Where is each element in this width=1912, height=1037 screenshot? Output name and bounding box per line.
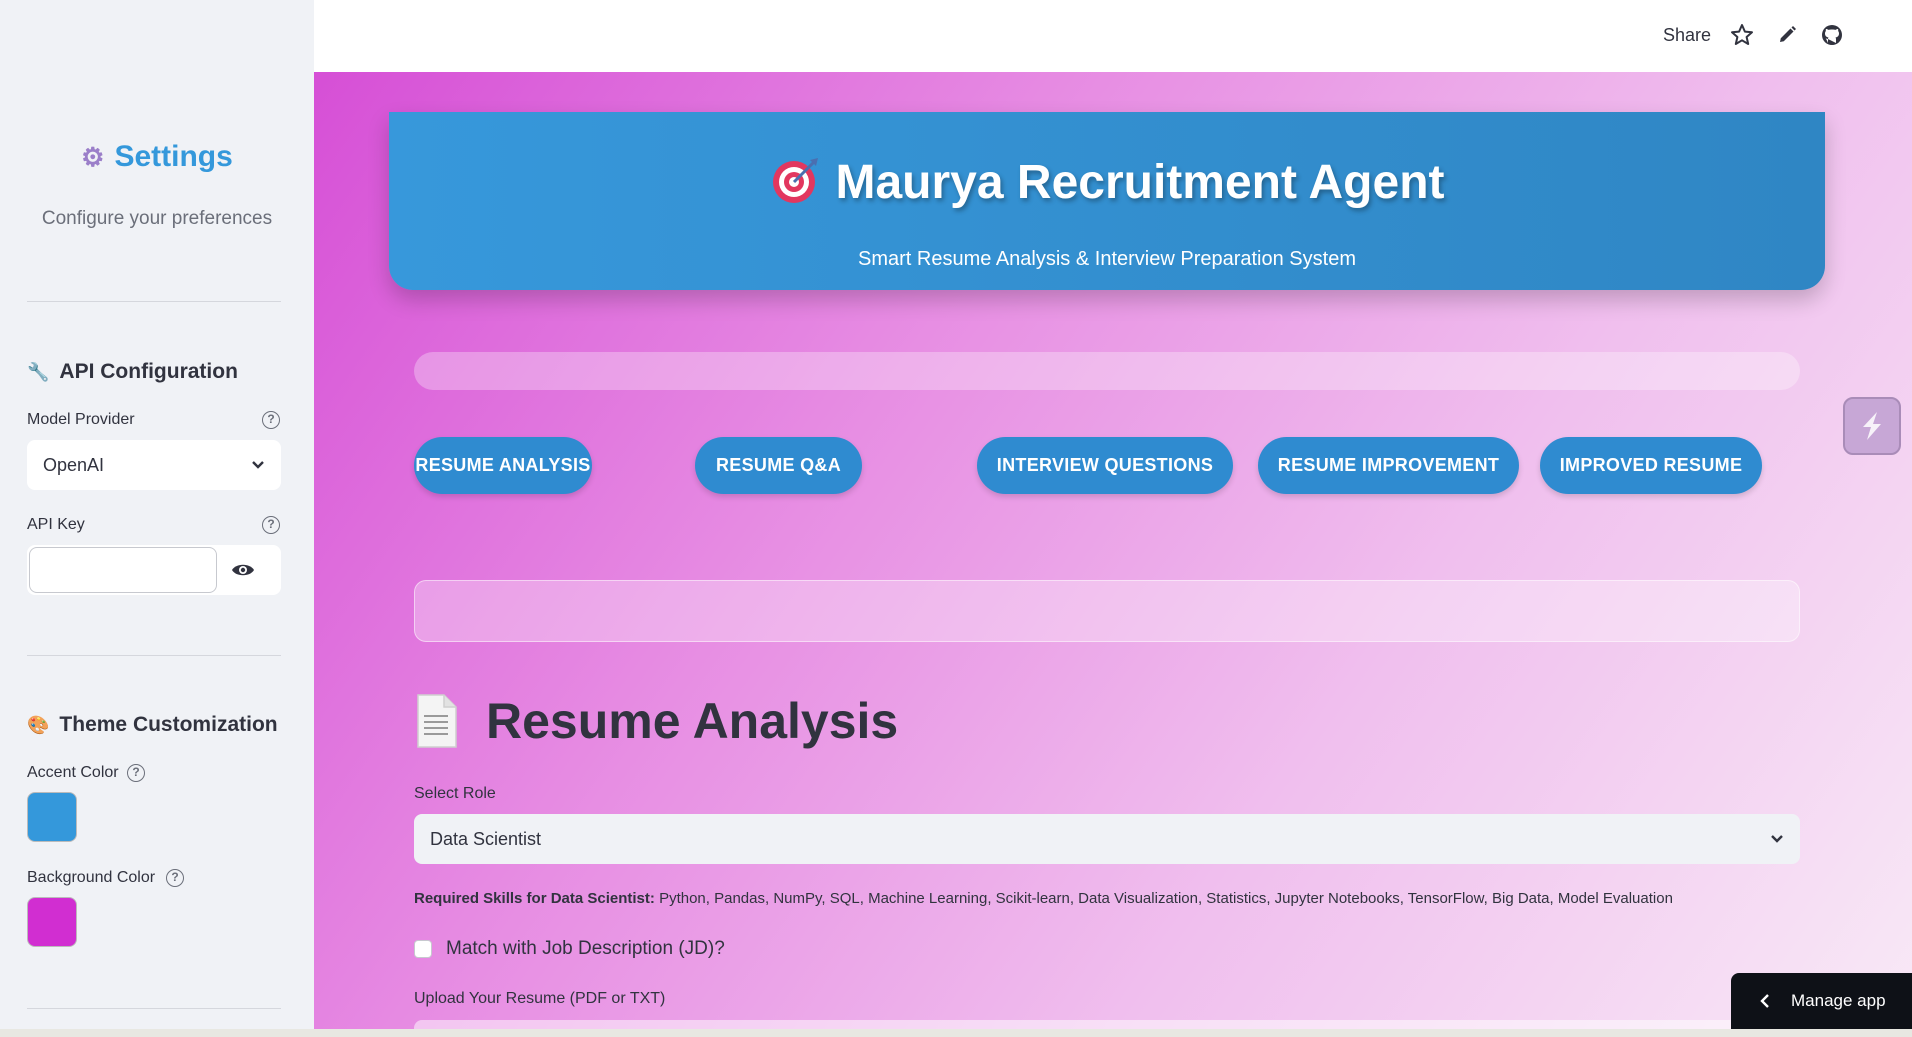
streamlit-badge-button[interactable] [1843, 397, 1901, 455]
divider [27, 301, 281, 302]
theme-heading-text: Theme Customization [59, 713, 278, 736]
api-key-label: API Key [27, 516, 85, 533]
settings-title: ⚙ Settings [0, 140, 314, 174]
main-content: Maurya Recruitment Agent Smart Resume An… [314, 72, 1912, 1037]
hero-subtitle: Smart Resume Analysis & Interview Prepar… [858, 248, 1356, 270]
help-icon[interactable]: ? [166, 869, 184, 887]
share-button[interactable]: Share [1663, 25, 1711, 46]
tab-resume-qa[interactable]: RESUME Q&A [695, 437, 862, 494]
help-icon[interactable]: ? [127, 764, 145, 782]
hero-title: Maurya Recruitment Agent [389, 154, 1825, 210]
tab-resume-analysis[interactable]: RESUME ANALYSIS [414, 437, 592, 494]
background-color-picker[interactable] [27, 897, 77, 947]
section-title: Resume Analysis [414, 692, 898, 750]
target-icon [772, 158, 818, 203]
jd-checkbox-label: Match with Job Description (JD)? [446, 938, 725, 959]
role-select-value: Data Scientist [430, 828, 542, 849]
role-select[interactable]: Data Scientist [414, 814, 1800, 864]
chevron-down-icon [252, 461, 264, 469]
tab-improved-resume[interactable]: IMPROVED RESUME [1540, 437, 1762, 494]
settings-title-text: Settings [114, 140, 233, 173]
hero-banner: Maurya Recruitment Agent Smart Resume An… [389, 112, 1825, 290]
divider [27, 1008, 281, 1009]
chevron-down-icon [1771, 835, 1783, 843]
accent-color-picker[interactable] [27, 792, 77, 842]
model-provider-label: Model Provider [27, 411, 135, 428]
api-key-field [27, 545, 281, 595]
palette-icon: 🎨 [27, 714, 50, 735]
required-skills-text: Required Skills for Data Scientist: Pyth… [414, 890, 1673, 907]
api-config-heading: 🔧 API Configuration [27, 360, 238, 384]
model-provider-value: OpenAI [43, 454, 105, 475]
tab-bar-background [414, 352, 1800, 390]
section-title-text: Resume Analysis [486, 693, 899, 749]
upload-label: Upload Your Resume (PDF or TXT) [414, 990, 666, 1007]
accent-color-label: Accent Color [27, 764, 119, 781]
wrench-icon: 🔧 [27, 361, 50, 382]
help-icon[interactable]: ? [262, 516, 280, 534]
github-icon[interactable] [1819, 22, 1845, 48]
tab-interview-questions[interactable]: INTERVIEW QUESTIONS [977, 437, 1233, 494]
background-color-label: Background Color [27, 869, 156, 886]
model-provider-select[interactable]: OpenAI [27, 440, 281, 490]
tab-panel-header [414, 580, 1800, 642]
chevron-left-icon [1760, 994, 1769, 1008]
skills-list: Python, Pandas, NumPy, SQL, Machine Lear… [659, 890, 1673, 907]
jd-checkbox[interactable] [414, 940, 432, 958]
gear-icon: ⚙ [81, 142, 105, 172]
jd-checkbox-row[interactable]: Match with Job Description (JD)? [414, 938, 725, 960]
help-icon[interactable]: ? [262, 411, 280, 429]
pencil-icon[interactable] [1774, 22, 1800, 48]
tab-resume-improvement[interactable]: RESUME IMPROVEMENT [1258, 437, 1519, 494]
sidebar: ⚙ Settings Configure your preferences 🔧 A… [0, 0, 314, 1037]
document-icon [417, 694, 457, 748]
api-config-heading-text: API Configuration [59, 360, 238, 383]
divider [27, 655, 281, 656]
skills-prefix: Required Skills for Data Scientist: [414, 890, 655, 907]
api-key-input[interactable] [29, 547, 217, 593]
theme-heading: 🎨 Theme Customization [27, 713, 278, 737]
bottom-strip [0, 1029, 1912, 1037]
manage-app-label: Manage app [1791, 991, 1886, 1010]
manage-app-button[interactable]: Manage app [1731, 973, 1912, 1029]
settings-subtitle: Configure your preferences [41, 208, 273, 229]
lightning-icon [1863, 412, 1881, 440]
star-icon[interactable] [1729, 22, 1755, 48]
eye-icon[interactable] [231, 560, 255, 580]
hero-title-text: Maurya Recruitment Agent [835, 156, 1445, 209]
select-role-label: Select Role [414, 785, 496, 802]
